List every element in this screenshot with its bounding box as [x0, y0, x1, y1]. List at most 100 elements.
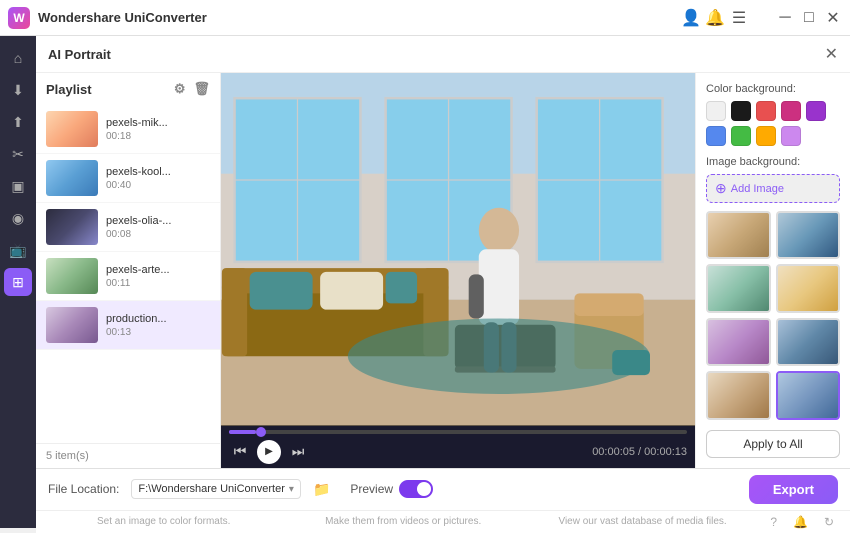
bg-thumb-8[interactable]: [776, 371, 841, 419]
menu-icon[interactable]: ☰: [730, 9, 748, 27]
sidebar-icon-download[interactable]: ⬇: [4, 76, 32, 104]
refresh-icon[interactable]: ↻: [824, 515, 834, 529]
content-area: AI Portrait ✕ Playlist ⚙ 🗑: [36, 36, 850, 528]
sidebar-icon-circle[interactable]: ◉: [4, 204, 32, 232]
item-duration: 00:08: [106, 229, 210, 240]
step-back-button[interactable]: ⏮: [229, 441, 251, 463]
footer-text-2: Make them from videos or pictures.: [291, 516, 514, 527]
playlist-title: Playlist: [46, 82, 92, 97]
item-duration: 00:11: [106, 278, 210, 289]
bg-thumb-7[interactable]: [706, 371, 771, 419]
swatch-orange[interactable]: [756, 126, 776, 146]
swatch-white[interactable]: [706, 101, 726, 121]
video-controls: ⏮ ▶ ⏭ 00:00:05 / 00:00:13: [221, 426, 695, 468]
list-item[interactable]: pexels-olia-... 00:08: [36, 203, 220, 252]
play-button[interactable]: ▶: [257, 440, 281, 464]
image-bg-label: Image background:: [706, 156, 840, 168]
controls-row: ⏮ ▶ ⏭ 00:00:05 / 00:00:13: [229, 440, 687, 464]
list-item[interactable]: pexels-mik... 00:18: [36, 105, 220, 154]
help-icon[interactable]: ?: [770, 515, 777, 529]
swatch-blue[interactable]: [706, 126, 726, 146]
video-section: ⏮ ▶ ⏭ 00:00:05 / 00:00:13: [221, 73, 695, 468]
preview-label: Preview: [350, 482, 393, 496]
item-duration: 00:13: [106, 327, 210, 338]
color-bg-section: Color background:: [706, 83, 840, 146]
video-container: [221, 73, 695, 426]
dialog-header: AI Portrait ✕: [36, 36, 850, 73]
bell-icon[interactable]: 🔔: [793, 515, 808, 529]
sidebar-icon-cut[interactable]: ✂: [4, 140, 32, 168]
item-duration: 00:40: [106, 180, 210, 191]
file-location-path: F:\Wondershare UniConverter ▾: [131, 479, 301, 499]
bg-thumb-1[interactable]: [706, 211, 771, 259]
plus-icon: ⊕: [715, 180, 727, 197]
bg-thumbnails: [706, 211, 840, 420]
sidebar-icon-tv[interactable]: 📺: [4, 236, 32, 264]
export-button[interactable]: Export: [749, 475, 838, 504]
item-name: pexels-kool...: [106, 166, 210, 178]
item-name: pexels-arte...: [106, 264, 210, 276]
maximize-button[interactable]: □: [800, 9, 818, 27]
playlist-delete-icon[interactable]: 🗑: [193, 81, 210, 97]
swatch-black[interactable]: [731, 101, 751, 121]
bg-thumb-2[interactable]: [776, 211, 841, 259]
preview-toggle-switch[interactable]: [399, 480, 433, 498]
window-controls: 👤 🔔 ☰ ─ □ ✕: [682, 9, 842, 27]
swatch-pink[interactable]: [781, 101, 801, 121]
bg-thumb-6[interactable]: [776, 318, 841, 366]
playlist-settings-icon[interactable]: ⚙: [174, 81, 186, 97]
playlist-footer: 5 item(s): [36, 443, 220, 468]
swatch-lavender[interactable]: [781, 126, 801, 146]
item-duration: 00:18: [106, 131, 210, 142]
playlist-panel: Playlist ⚙ 🗑 pexels-mik... 00:18: [36, 73, 221, 468]
swatch-green[interactable]: [731, 126, 751, 146]
progress-thumb: [256, 427, 266, 437]
ai-portrait-dialog: AI Portrait ✕ Playlist ⚙ 🗑: [36, 36, 850, 468]
item-name: production...: [106, 313, 210, 325]
item-name: pexels-olia-...: [106, 215, 210, 227]
sidebar-icon-screen[interactable]: ▣: [4, 172, 32, 200]
add-image-label: Add Image: [731, 183, 784, 195]
right-panel: Color background:: [695, 73, 850, 468]
file-path-text: F:\Wondershare UniConverter: [138, 483, 285, 495]
bg-thumb-4[interactable]: [776, 264, 841, 312]
sidebar-icon-home[interactable]: ⌂: [4, 44, 32, 72]
thumb-1: [46, 111, 98, 147]
playlist-items: pexels-mik... 00:18 pexels-kool... 00:40: [36, 105, 220, 443]
svg-text:W: W: [13, 11, 25, 25]
apply-to-all-button[interactable]: Apply to All: [706, 430, 840, 458]
app-logo: W: [8, 7, 30, 29]
progress-bar[interactable]: [229, 430, 687, 434]
bottom-bar: File Location: F:\Wondershare UniConvert…: [36, 468, 850, 510]
dropdown-arrow-icon[interactable]: ▾: [289, 484, 294, 495]
bg-thumb-5[interactable]: [706, 318, 771, 366]
sidebar-icon-upload[interactable]: ⬆: [4, 108, 32, 136]
list-item[interactable]: pexels-arte... 00:11: [36, 252, 220, 301]
close-button[interactable]: ✕: [824, 9, 842, 27]
user-icon[interactable]: 👤: [682, 9, 700, 27]
step-forward-button[interactable]: ⏭: [287, 441, 309, 463]
bg-thumb-3[interactable]: [706, 264, 771, 312]
dialog-body: Playlist ⚙ 🗑 pexels-mik... 00:18: [36, 73, 850, 468]
footer-text-3: View our vast database of media files.: [531, 516, 754, 527]
list-item[interactable]: pexels-kool... 00:40: [36, 154, 220, 203]
file-location-label: File Location:: [48, 482, 119, 496]
title-bar: W Wondershare UniConverter 👤 🔔 ☰ ─ □ ✕: [0, 0, 850, 36]
thumb-4: [46, 258, 98, 294]
swatch-red[interactable]: [756, 101, 776, 121]
progress-fill: [229, 430, 256, 434]
app-title: Wondershare UniConverter: [38, 10, 682, 25]
list-item[interactable]: production... 00:13: [36, 301, 220, 350]
swatch-purple[interactable]: [806, 101, 826, 121]
dialog-close-button[interactable]: ✕: [825, 44, 838, 64]
minimize-button[interactable]: ─: [776, 9, 794, 27]
app-body: ⌂ ⬇ ⬆ ✂ ▣ ◉ 📺 ⊞ AI Portrait ✕ Playlist: [0, 36, 850, 528]
sidebar-icon-grid[interactable]: ⊞: [4, 268, 32, 296]
add-image-button[interactable]: ⊕ Add Image: [706, 174, 840, 203]
notification-icon[interactable]: 🔔: [706, 9, 724, 27]
dialog-title: AI Portrait: [48, 47, 111, 62]
thumb-5: [46, 307, 98, 343]
folder-icon[interactable]: 📁: [313, 481, 330, 498]
playlist-header-icons: ⚙ 🗑: [174, 81, 210, 97]
app-footer: Set an image to color formats. Make them…: [36, 510, 850, 533]
